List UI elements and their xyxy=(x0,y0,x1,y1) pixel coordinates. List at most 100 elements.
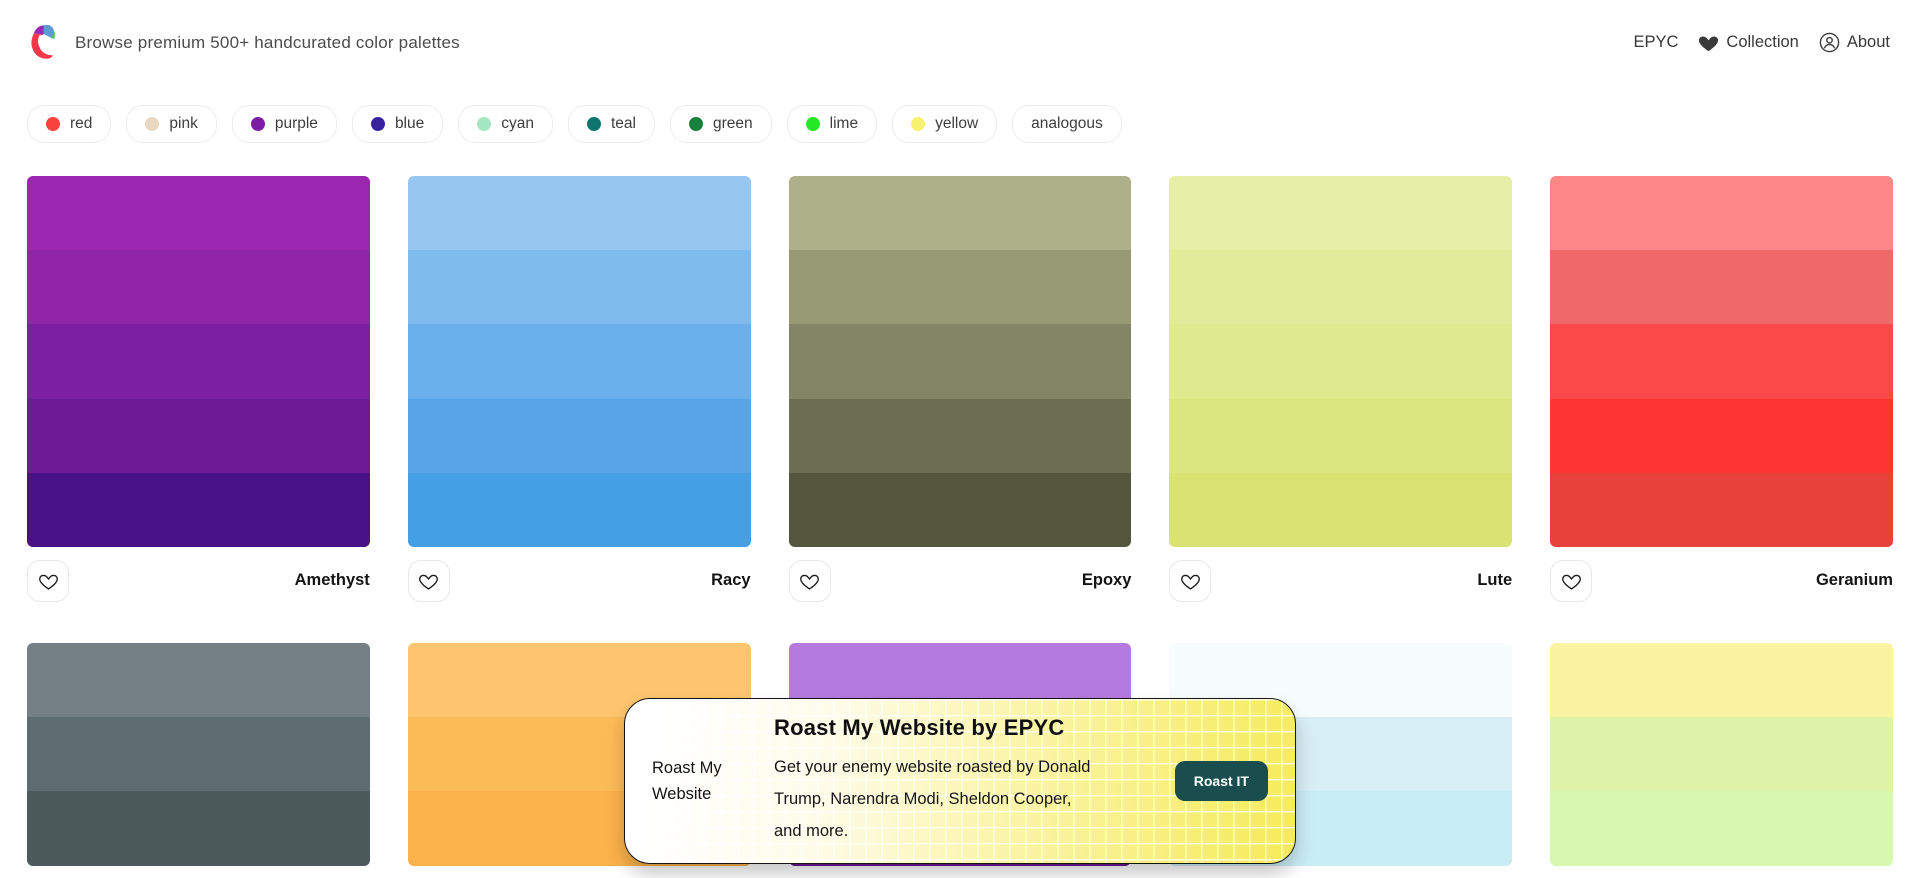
roast-popup-title: Roast My Website by EPYC xyxy=(774,714,1065,740)
color-swatch[interactable] xyxy=(1550,472,1893,547)
palette-swatches xyxy=(1550,642,1893,866)
color-swatch[interactable] xyxy=(27,250,370,325)
palette-swatches xyxy=(407,176,751,547)
color-swatch[interactable] xyxy=(1550,176,1893,251)
color-swatch[interactable] xyxy=(407,250,751,325)
filter-label: teal xyxy=(611,115,636,132)
color-swatch[interactable] xyxy=(788,472,1132,547)
color-swatch[interactable] xyxy=(1550,250,1893,325)
palette-card-footer: Amethyst xyxy=(27,559,370,602)
color-swatch[interactable] xyxy=(1169,250,1513,325)
filter-label: green xyxy=(713,115,753,132)
palette-card-epoxy: Epoxy xyxy=(788,176,1132,602)
favorite-palette-button[interactable] xyxy=(27,559,69,602)
color-swatch[interactable] xyxy=(1550,398,1893,473)
blue-color-dot-icon xyxy=(370,117,385,131)
palette-swatches xyxy=(788,176,1132,547)
palette-card-amethyst: Amethyst xyxy=(27,176,370,602)
color-swatch[interactable] xyxy=(1169,398,1513,473)
color-swatch[interactable] xyxy=(27,324,370,399)
palette-name: Geranium xyxy=(1815,571,1893,590)
filter-label: red xyxy=(70,115,93,132)
roast-popup-content: Roast My Website by EPYC Get your enemy … xyxy=(754,715,1175,848)
palette-card-lute: Lute xyxy=(1169,176,1513,602)
color-swatch[interactable] xyxy=(27,717,370,792)
cyan-color-dot-icon xyxy=(477,117,492,131)
favorite-palette-button[interactable] xyxy=(407,559,450,602)
filter-pill-purple[interactable]: purple xyxy=(231,105,337,143)
favorite-palette-button[interactable] xyxy=(1550,559,1593,602)
color-swatch[interactable] xyxy=(788,250,1132,325)
heart-icon xyxy=(1699,36,1719,52)
person-icon xyxy=(1819,32,1840,53)
color-swatch[interactable] xyxy=(1550,324,1893,399)
palette-card-footer: Racy xyxy=(407,559,751,602)
palette-swatches xyxy=(27,176,370,547)
filter-pill-pink[interactable]: pink xyxy=(126,105,217,143)
filter-pill-lime[interactable]: lime xyxy=(786,105,878,143)
palette-name: Amethyst xyxy=(294,571,370,590)
color-swatch[interactable] xyxy=(27,398,370,473)
color-swatch[interactable] xyxy=(1550,717,1893,792)
color-swatch[interactable] xyxy=(407,324,751,399)
color-swatch[interactable] xyxy=(27,472,370,547)
nav-item-about[interactable]: About xyxy=(1819,32,1890,53)
page-tagline: Browse premium 500+ handcurated color pa… xyxy=(75,32,460,52)
palette-card xyxy=(27,642,370,866)
purple-color-dot-icon xyxy=(250,117,265,131)
filter-label: analogous xyxy=(1031,115,1103,132)
filter-bar: red pink purple blue cyan teal green lime yellow… xyxy=(0,105,1920,143)
heart-outline-icon xyxy=(419,574,439,590)
nav-item-epyc[interactable]: EPYC xyxy=(1633,33,1678,52)
heart-outline-icon xyxy=(1561,574,1581,590)
nav-collection-label: Collection xyxy=(1726,33,1799,51)
palette-card-footer: Epoxy xyxy=(788,559,1132,602)
header: Browse premium 500+ handcurated color pa… xyxy=(0,0,1920,81)
logo-purple-segment xyxy=(33,25,44,35)
filter-pill-analogous[interactable]: analogous xyxy=(1012,105,1122,143)
filter-pill-green[interactable]: green xyxy=(670,105,772,143)
color-swatch[interactable] xyxy=(27,176,370,251)
filter-label: purple xyxy=(274,115,318,132)
heart-outline-icon xyxy=(1181,574,1200,590)
palette-name: Epoxy xyxy=(1081,571,1132,590)
heart-outline-icon xyxy=(800,574,819,590)
color-swatch[interactable] xyxy=(1550,642,1893,718)
roast-popup: Roast My Website Roast My Website by EPY… xyxy=(624,698,1296,864)
palette-name: Lute xyxy=(1477,571,1513,590)
color-swatch[interactable] xyxy=(407,398,751,473)
nav-item-collection[interactable]: Collection xyxy=(1698,33,1799,52)
filter-pill-teal[interactable]: teal xyxy=(568,105,655,143)
filter-pill-red[interactable]: red xyxy=(27,105,112,143)
color-swatch[interactable] xyxy=(788,398,1132,473)
palette-swatches xyxy=(1550,176,1893,547)
roast-it-button[interactable]: Roast IT xyxy=(1174,761,1268,801)
color-swatch[interactable] xyxy=(1550,791,1893,866)
filter-label: yellow xyxy=(935,115,979,132)
heart-outline-icon xyxy=(38,574,58,590)
favorite-palette-button[interactable] xyxy=(1169,559,1212,602)
green-color-dot-icon xyxy=(689,117,703,131)
filter-pill-blue[interactable]: blue xyxy=(351,105,444,143)
palette-card-racy: Racy xyxy=(407,176,751,602)
color-swatch[interactable] xyxy=(1169,472,1513,547)
color-swatch[interactable] xyxy=(27,791,370,866)
filter-pill-cyan[interactable]: cyan xyxy=(458,105,553,143)
filter-label: cyan xyxy=(501,115,534,132)
color-swatch[interactable] xyxy=(1169,324,1513,399)
color-swatch[interactable] xyxy=(788,324,1132,399)
favorite-palette-button[interactable] xyxy=(788,559,831,602)
epyc-logo-icon[interactable] xyxy=(24,22,62,63)
palette-card xyxy=(1550,642,1893,866)
color-swatch[interactable] xyxy=(1169,176,1513,251)
filter-label: pink xyxy=(169,115,198,132)
color-swatch[interactable] xyxy=(27,642,370,718)
color-swatch[interactable] xyxy=(788,176,1132,251)
color-swatch[interactable] xyxy=(407,472,751,547)
nav-epyc-label: EPYC xyxy=(1633,33,1679,51)
color-swatch[interactable] xyxy=(407,176,751,251)
roast-popup-description: Get your enemy website roasted by Donald… xyxy=(774,757,1091,841)
palette-card-footer: Lute xyxy=(1169,559,1513,602)
roast-popup-side-label: Roast My Website xyxy=(652,758,722,803)
filter-pill-yellow[interactable]: yellow xyxy=(892,105,998,143)
